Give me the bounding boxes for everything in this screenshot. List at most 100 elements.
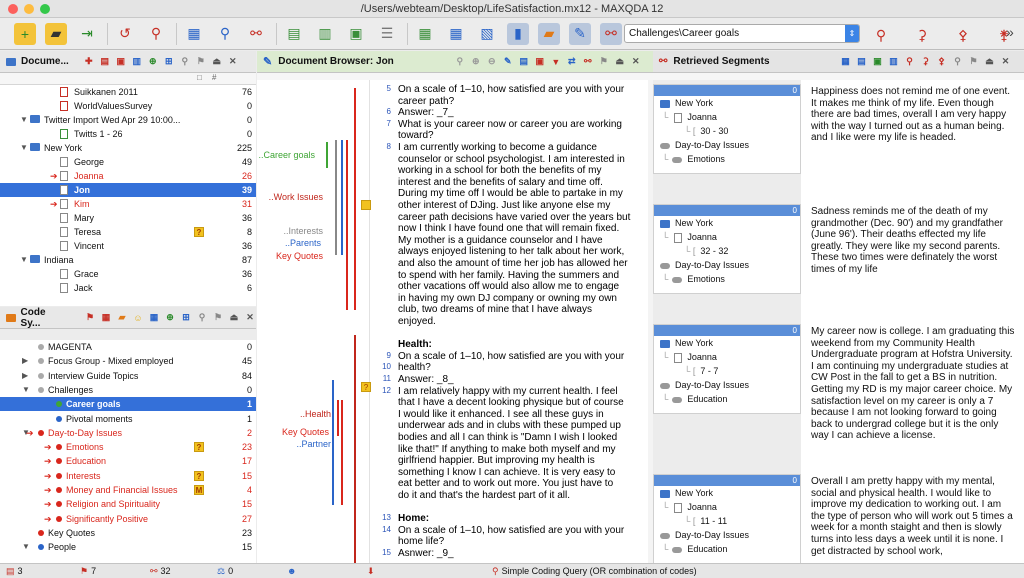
document-text-line[interactable]: What is your career now or career you ar… [398, 119, 648, 131]
document-text-line[interactable]: On a scale of 1–10, how satisfied are yo… [398, 351, 648, 363]
pin-icon[interactable]: ⚑ [598, 56, 610, 68]
document-system-toggle-icon[interactable]: ▮ [507, 22, 529, 45]
undo-icon[interactable]: ↺ [114, 23, 136, 45]
minimize-window-button[interactable] [24, 4, 34, 14]
document-text-line[interactable]: to spend with her family. Having the sum… [398, 270, 648, 282]
zoom-out-icon[interactable]: ⊖ [486, 56, 498, 68]
document-text-line[interactable]: bodies and all I can think is "Damn I wi… [398, 432, 648, 444]
memo-icon[interactable]: ? [194, 227, 204, 237]
code-relations-browser-icon[interactable]: ▥ [314, 23, 336, 45]
document-tree-item[interactable]: Mary 36 [0, 211, 256, 225]
user-icon[interactable]: ☻ [287, 564, 296, 578]
retrieved-segment-text[interactable]: Sadness reminds me of the death of my gr… [811, 206, 1016, 276]
document-tree-item[interactable]: Grace 36 [0, 267, 256, 281]
code-system-toggle-icon[interactable]: ▰ [538, 22, 560, 45]
search-icon[interactable]: ⚲ [179, 56, 191, 68]
code-relations-icon[interactable]: ⚲ [145, 23, 167, 45]
code-tree-item[interactable]: ➔ Significantly Positive 27 [0, 512, 256, 526]
new-text-icon[interactable]: ▤ [99, 56, 111, 68]
retrieved-segment-text[interactable]: Happiness does not remind me of one even… [811, 86, 1016, 144]
code-stripes-icon[interactable]: ⚯ [582, 56, 594, 68]
close-icon[interactable]: ✕ [227, 56, 239, 68]
coding-stripe-label[interactable]: ..Interests [283, 226, 323, 236]
code-tree-item[interactable]: MAGENTA 0 [0, 340, 256, 354]
code-set-icon[interactable]: ▦ [100, 312, 112, 324]
collapse-panel-icon[interactable]: ⏏ [614, 56, 626, 68]
retrieved-segments-toggle-icon[interactable]: ⚯ [600, 22, 622, 45]
import-documents-icon[interactable]: ▥ [131, 56, 143, 68]
window-layout-1-icon[interactable]: ▦ [414, 23, 436, 45]
chevron-down-icon[interactable]: ▼ [22, 383, 30, 397]
coding-stripe[interactable] [337, 400, 339, 436]
coding-stripe[interactable] [354, 88, 356, 310]
export-icon[interactable]: ▣ [534, 56, 546, 68]
code-tree-item[interactable]: ➔ Money and Financial Issues M 4 [0, 483, 256, 497]
code-tree-item[interactable]: ▼ People 15 [0, 540, 256, 554]
code-add-icon[interactable]: ⚳ [920, 56, 932, 68]
document-text-line[interactable]: now I think I have found one that will r… [398, 223, 648, 235]
collapse-panel-icon[interactable]: ⏏ [228, 312, 240, 324]
document-tree-item[interactable]: Teresa? 8 [0, 225, 256, 239]
expand-toggle-icon[interactable]: ▼ [20, 113, 28, 127]
search-icon[interactable]: ⚲ [952, 56, 964, 68]
code-remove-icon[interactable]: ⚴ [952, 24, 974, 46]
zoom-in-icon[interactable]: ⊕ [470, 56, 482, 68]
chevron-down-icon[interactable]: ▼ [22, 540, 30, 554]
document-tree-item[interactable]: Vincent 36 [0, 239, 256, 253]
memo-icon[interactable]: ? [194, 442, 204, 453]
document-text-line[interactable]: counselor or school psychologist. I am i… [398, 154, 648, 166]
code-grid-icon[interactable]: ▦ [148, 312, 160, 324]
zoom-window-button[interactable] [40, 4, 50, 14]
document-text-line[interactable]: health? [398, 362, 648, 374]
code-tree-item[interactable]: ➔ Interests? 15 [0, 469, 256, 483]
collapse-panel-icon[interactable]: ⏏ [984, 56, 996, 68]
close-icon[interactable]: ✕ [630, 56, 642, 68]
close-icon[interactable]: ✕ [1000, 56, 1012, 68]
document-text-line[interactable]: Home: [398, 513, 648, 525]
document-text-line[interactable]: Answer: _8_ [398, 374, 648, 386]
document-text-line[interactable]: During my time off I would be able to pa… [398, 188, 648, 200]
code-tree-item[interactable]: ➔ Education 17 [0, 454, 256, 468]
memo-icon[interactable]: ? [194, 470, 204, 481]
document-text-line[interactable]: career path decisions have varied over t… [398, 212, 648, 224]
expand-toggle-icon[interactable]: ▼ [20, 253, 28, 267]
pin-icon[interactable]: ⚑ [968, 56, 980, 68]
retrieved-segment-source[interactable]: 0 New York └ Joanna └ [11 - 11 Day-to-Day Iss… [653, 474, 801, 563]
document-text-line[interactable]: career path? [398, 96, 648, 108]
chevron-right-icon[interactable]: ▶ [22, 354, 28, 368]
memo-icon[interactable] [361, 200, 371, 210]
window-layout-2-icon[interactable]: ▦ [445, 23, 467, 45]
pin-icon[interactable]: ⚑ [212, 312, 224, 324]
document-tree-item[interactable]: ▼ New York 225 [0, 141, 256, 155]
coding-stripe-label[interactable]: ..Career goals [258, 150, 315, 160]
code-tree-item[interactable]: Key Quotes 23 [0, 526, 256, 540]
toolbar-overflow-button[interactable]: » [1006, 24, 1014, 40]
document-text-line[interactable]: eat better and to work out more. You jus… [398, 478, 648, 490]
print-icon[interactable]: ▤ [518, 56, 530, 68]
coding-stripe[interactable] [326, 142, 328, 168]
document-text-line[interactable]: I am currently working to become a guida… [398, 142, 648, 154]
retrieved-segment-source[interactable]: 0 New York └ Joanna └ [7 - 7 Day-to-Day Issue… [653, 324, 801, 414]
document-text-line[interactable]: in having my own DJ company or owning my… [398, 293, 648, 305]
code-segments-icon[interactable]: ⚲ [904, 56, 916, 68]
activate-icon[interactable]: ⊕ [164, 312, 176, 324]
collapse-panel-icon[interactable]: ⏏ [211, 56, 223, 68]
coding-stripe-label[interactable]: ..Parents [285, 238, 321, 248]
search-icon[interactable]: ⚲ [196, 312, 208, 324]
document-browser-toggle-icon[interactable]: ✎ [569, 22, 591, 45]
close-window-button[interactable] [8, 4, 18, 14]
search-icon[interactable]: ⚲ [454, 56, 466, 68]
chevron-down-icon[interactable]: ⇕ [845, 25, 859, 42]
document-text-line[interactable]: enjoyed. [398, 316, 648, 328]
document-tree-item[interactable]: ▼ Twitter Import Wed Apr 29 10:00... 0 [0, 113, 256, 127]
document-text-line[interactable]: like that!" If anything to make both mys… [398, 444, 648, 456]
document-text-line[interactable]: Answer: _7_ [398, 107, 648, 119]
edit-mode-icon[interactable]: ✎ [502, 56, 514, 68]
document-tree-item[interactable]: ▼ Indiana 87 [0, 253, 256, 267]
document-text-line[interactable]: Asnwer: _9_ [398, 548, 648, 560]
document-tree-item[interactable]: Twitts 1 - 26 0 [0, 127, 256, 141]
activate-icon[interactable]: ⊕ [147, 56, 159, 68]
retrieved-segment-text[interactable]: My career now is college. I am graduatin… [811, 326, 1016, 442]
document-tree-item[interactable]: WorldValuesSurvey 0 [0, 99, 256, 113]
document-tree-item[interactable]: Jack 6 [0, 281, 256, 295]
